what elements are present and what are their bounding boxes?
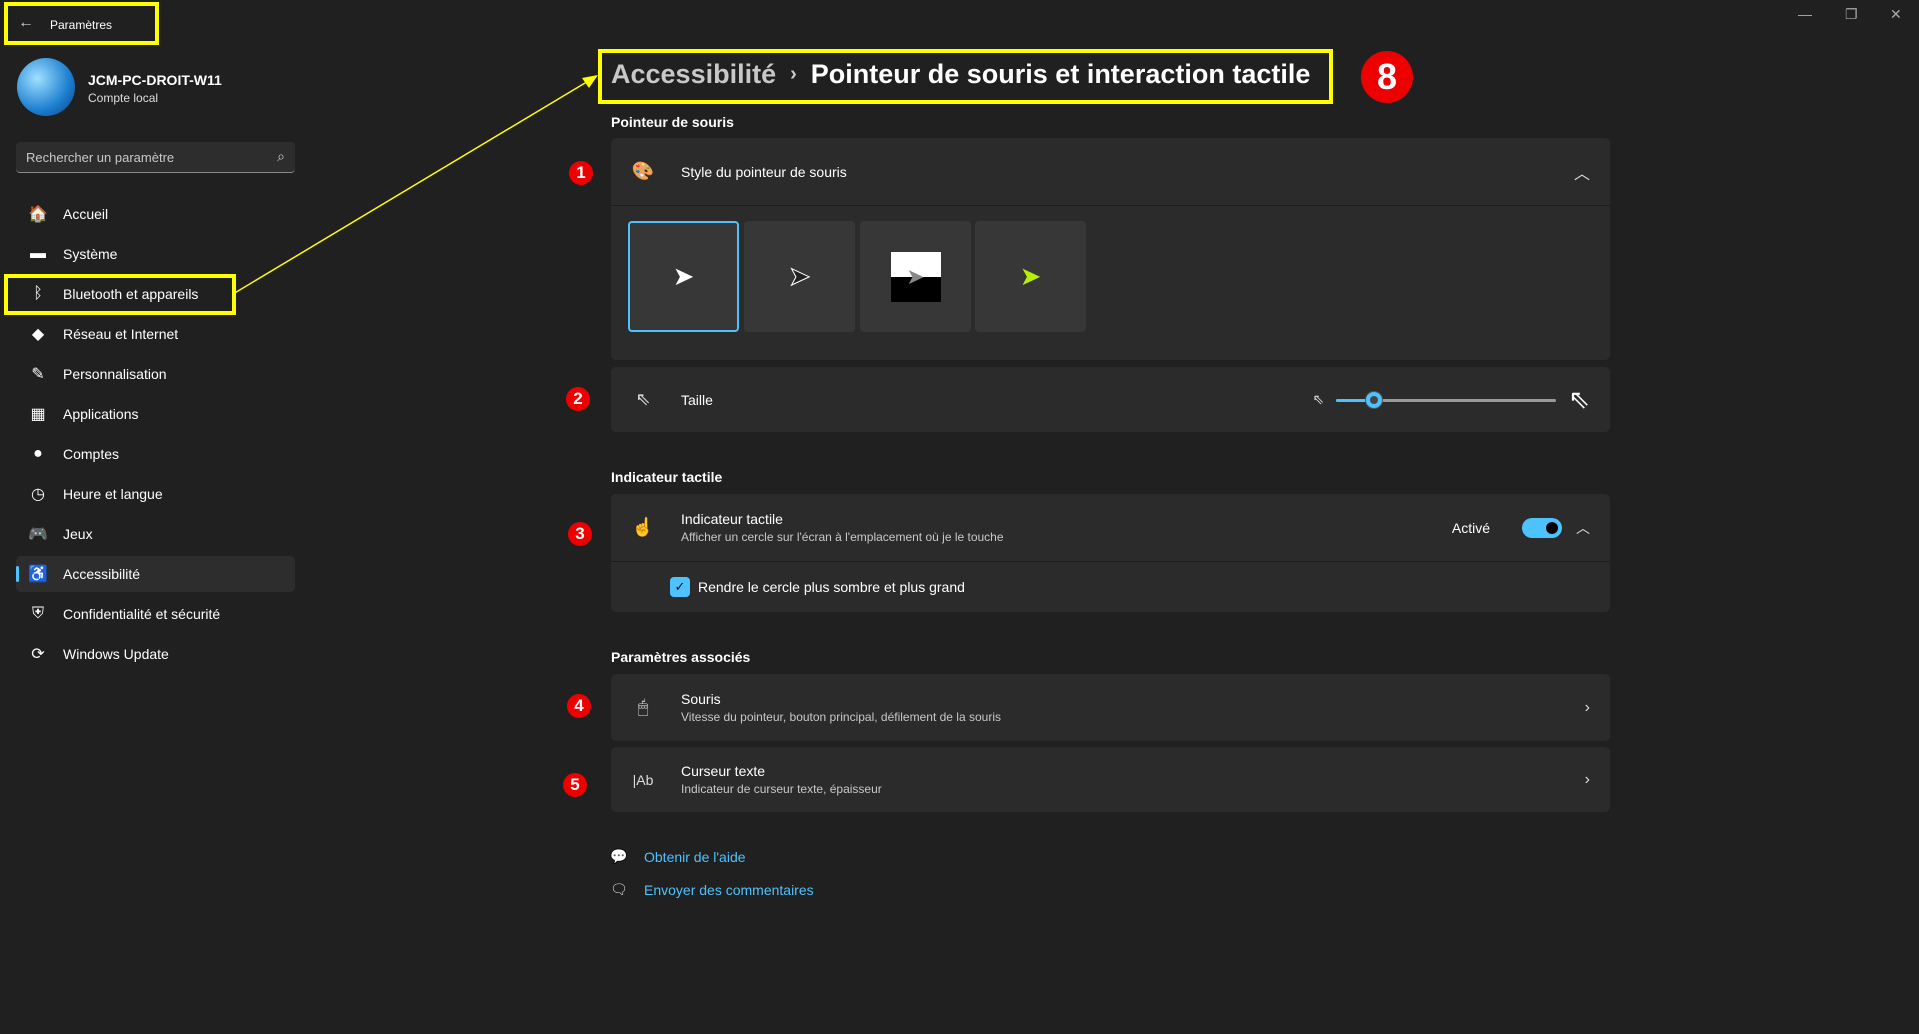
touch-header[interactable]: ☝ Indicateur tactile Afficher un cercle s… [611,494,1610,562]
size-card: ⇖ Taille ⇖ ⇖ [611,367,1610,432]
size-slider[interactable] [1336,390,1557,410]
annotation-badge-3: 3 [568,522,592,546]
pointer-style-black[interactable]: ➤ [744,221,855,332]
section-related: Paramètres associés [611,649,751,665]
pointer-style-label: Style du pointeur de souris [681,163,847,180]
breadcrumb-separator: › [790,63,797,85]
annotation-badge-4: 4 [567,694,591,718]
pointer-style-inverted[interactable]: ➤ [860,221,971,332]
breadcrumb: Accessibilité › Pointeur de souris et in… [611,59,1310,90]
section-pointer: Pointeur de souris [611,114,734,130]
pointer-style-header[interactable]: 🎨 Style du pointeur de souris ︿ [611,138,1610,206]
size-label: Taille [681,391,713,408]
mouse-desc: Vitesse du pointeur, bouton principal, d… [681,710,1001,724]
touch-icon: ☝ [631,517,655,537]
help-icon: 💬 [610,848,628,864]
annotation-badge-5: 5 [563,773,587,797]
text-cursor-icon: |Ab [632,771,654,788]
pointer-style-white[interactable]: ➤ [628,221,739,332]
small-pointer-icon: ⇖ [1312,391,1325,407]
page-title: Pointeur de souris et interaction tactil… [810,59,1311,89]
chevron-right-icon: › [1584,770,1590,788]
chevron-up-icon[interactable]: ︿ [1574,160,1590,184]
touch-title: Indicateur tactile [681,511,783,527]
chevron-up-icon[interactable]: ︿ [1576,518,1590,538]
touch-desc: Afficher un cercle sur l'écran à l'empla… [681,530,1004,544]
mouse-icon: 🖱 [637,697,649,717]
get-help-link[interactable]: Obtenir de l'aide [644,849,746,865]
text-cursor-card[interactable]: |Ab Curseur texte Indicateur de curseur t… [611,747,1610,812]
annotation-badge-1: 1 [569,161,593,185]
darker-circle-label: Rendre le cercle plus sombre et plus gra… [698,579,965,595]
annotation-badge-8: 8 [1361,51,1413,103]
mouse-card[interactable]: 🖱 Souris Vitesse du pointeur, bouton prin… [611,674,1610,741]
feedback-icon: 🗨 [610,881,628,897]
touch-card: ☝ Indicateur tactile Afficher un cercle s… [611,494,1610,612]
feedback-link[interactable]: Envoyer des commentaires [644,882,814,898]
pointer-style-custom[interactable]: ➤ [975,221,1086,332]
pointer-icon: ⇖ [635,389,651,409]
large-pointer-icon: ⇖ [1568,384,1590,414]
text-cursor-desc: Indicateur de curseur texte, épaisseur [681,782,882,796]
toggle-state: Activé [1451,519,1490,536]
slider-thumb[interactable] [1365,391,1382,408]
mouse-title: Souris [681,691,721,707]
palette-icon: 🎨 [631,161,655,181]
touch-toggle[interactable] [1522,517,1562,538]
breadcrumb-parent[interactable]: Accessibilité [611,59,776,90]
darker-circle-checkbox[interactable]: ✓ [670,577,690,597]
annotation-badge-2: 2 [566,387,590,411]
section-touch: Indicateur tactile [611,469,723,485]
text-cursor-title: Curseur texte [681,763,766,779]
chevron-right-icon: › [1584,698,1590,716]
